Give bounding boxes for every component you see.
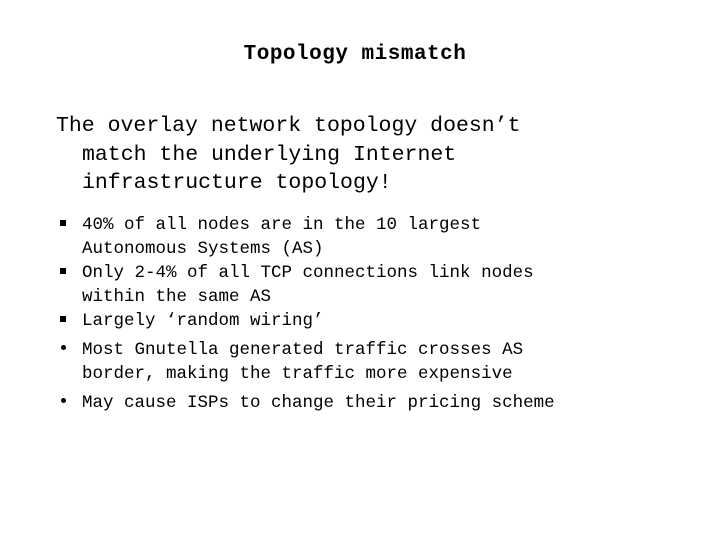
bullet-item: Only 2-4% of all TCP connections link no… [56, 261, 696, 309]
bullet-item: 40% of all nodes are in the 10 largest A… [56, 213, 696, 261]
square-bullet-icon [57, 261, 69, 285]
bullet-item: May cause ISPs to change their pricing s… [56, 391, 696, 415]
intro-paragraph: The overlay network topology doesn’t mat… [56, 112, 656, 198]
intro-line: match the underlying Internet [82, 142, 457, 167]
bullet-line: May cause ISPs to change their pricing s… [82, 393, 555, 413]
intro-line: The overlay network topology doesn’t [56, 114, 521, 138]
square-bullet-icon [57, 309, 69, 333]
slide-title: Topology mismatch [243, 43, 467, 66]
bullet-line: Autonomous Systems (AS) [82, 239, 324, 259]
round-bullet-icon [57, 338, 69, 362]
bullet-item: Most Gnutella generated traffic crosses … [56, 338, 696, 386]
bullet-line: 40% of all nodes are in the 10 largest [82, 215, 482, 235]
bullet-line: Largely ‘random wiring’ [82, 311, 324, 331]
bullet-list: 40% of all nodes are in the 10 largest A… [56, 213, 696, 415]
bullet-line: Only 2-4% of all TCP connections link no… [82, 263, 534, 283]
bullet-line: Most Gnutella generated traffic crosses … [82, 340, 524, 360]
round-bullet-icon [57, 391, 69, 415]
bullet-item: Largely ‘random wiring’ [56, 309, 696, 333]
square-bullet-icon [57, 213, 69, 237]
bullet-line: within the same AS [82, 287, 272, 307]
intro-line: infrastructure topology! [82, 171, 392, 195]
bullet-line: border, making the traffic more expensiv… [82, 364, 513, 384]
